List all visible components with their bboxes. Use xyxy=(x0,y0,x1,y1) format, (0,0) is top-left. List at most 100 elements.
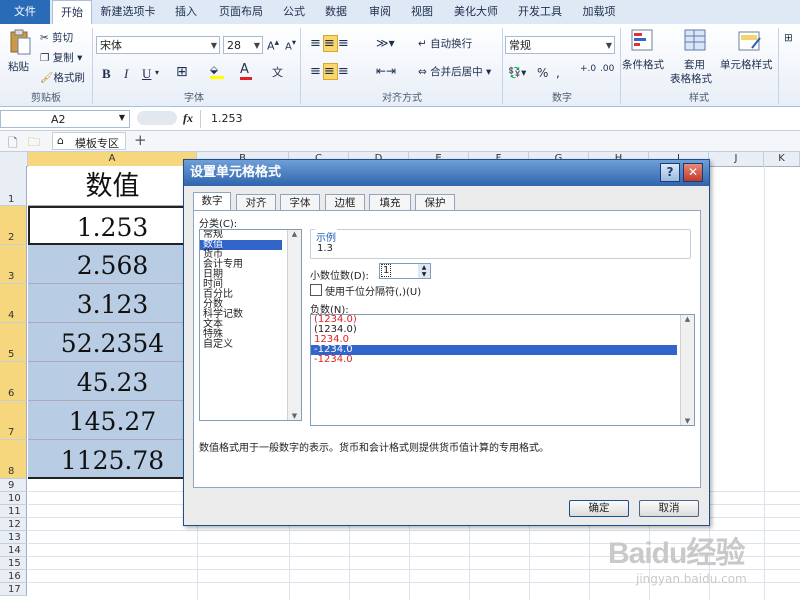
formula-input[interactable]: 1.253 xyxy=(200,110,800,128)
cell-header[interactable]: 数值 xyxy=(28,166,197,206)
tab-fill[interactable]: 填充 xyxy=(369,194,411,210)
insert-cells-icon[interactable]: ⊞ xyxy=(784,32,793,44)
font-size-select[interactable]: 28 ▼ xyxy=(223,36,263,54)
scroll-down-icon[interactable]: ▼ xyxy=(681,417,694,425)
conditional-format-button[interactable] xyxy=(628,28,656,57)
underline-dropdown-icon[interactable]: ▾ xyxy=(155,68,159,77)
list-item-selected[interactable]: -1234.0 xyxy=(311,345,677,355)
tab-font[interactable]: 字体 xyxy=(280,194,320,210)
template-tab[interactable]: ⌂ 模板专区 xyxy=(52,132,126,150)
font-name-select[interactable]: 宋体 ▼ xyxy=(96,36,220,54)
tab-beautify[interactable]: 美化大师 xyxy=(448,0,504,24)
orientation-icon[interactable]: ≫▾ xyxy=(376,36,395,50)
format-painter-button[interactable]: 🖌格式刷 xyxy=(40,70,85,85)
select-all-corner[interactable] xyxy=(0,152,28,166)
add-tab-button[interactable]: + xyxy=(134,131,147,149)
phonetic-icon[interactable]: 文 xyxy=(272,64,283,80)
tab-protection[interactable]: 保护 xyxy=(415,194,455,210)
decimal-stepper[interactable]: 1 ▲ ▼ xyxy=(379,263,431,279)
negative-scrollbar[interactable]: ▲ ▼ xyxy=(680,315,694,425)
row-header[interactable]: 10 xyxy=(0,492,27,505)
font-color-button[interactable]: A xyxy=(240,62,252,80)
help-icon[interactable]: ? xyxy=(660,163,680,182)
row-header[interactable]: 7 xyxy=(0,401,27,440)
cell[interactable]: 3.123 xyxy=(28,284,197,323)
cell-styles-button[interactable] xyxy=(736,28,762,57)
insert-function-icon[interactable]: fx xyxy=(183,111,193,126)
category-list[interactable]: 常规 数值 货币 会计专用 日期 时间 百分比 分数 科学记数 文本 特殊 自定… xyxy=(199,229,302,421)
list-item[interactable]: 1234.0 xyxy=(311,335,694,345)
list-item[interactable]: 自定义 xyxy=(200,340,301,350)
cell[interactable]: 1125.78 xyxy=(28,440,197,479)
indent-icons[interactable]: ⇤⇥ xyxy=(376,64,396,78)
tab-view[interactable]: 视图 xyxy=(404,0,440,24)
tab-home[interactable]: 开始 xyxy=(52,0,92,26)
comma-button[interactable]: , xyxy=(556,66,560,80)
cell[interactable]: 45.23 xyxy=(28,362,197,401)
formula-splitter[interactable] xyxy=(137,111,177,125)
tab-alignment[interactable]: 对齐 xyxy=(236,194,276,210)
row-header[interactable]: 9 xyxy=(0,479,27,492)
border-icon[interactable]: ⊞ xyxy=(176,64,188,80)
scroll-up-icon[interactable]: ▲ xyxy=(681,315,694,323)
ok-button[interactable]: 确定 xyxy=(569,500,629,517)
tab-data[interactable]: 数据 xyxy=(318,0,354,24)
row-header[interactable]: 16 xyxy=(0,570,27,583)
cancel-button[interactable]: 取消 xyxy=(639,500,699,517)
folder-icon[interactable]: 🗀 xyxy=(28,133,40,154)
list-item[interactable]: -1234.0 xyxy=(311,355,694,365)
row-header[interactable]: 14 xyxy=(0,544,27,557)
row-header[interactable]: 5 xyxy=(0,323,27,362)
cell[interactable]: 2.568 xyxy=(28,245,197,284)
increase-decimal-icon[interactable]: +.0 xyxy=(580,64,596,74)
thousands-checkbox[interactable] xyxy=(310,284,322,296)
fill-color-button[interactable]: ⬙ xyxy=(210,64,224,79)
list-item[interactable]: (1234.0) xyxy=(311,325,694,335)
row-header[interactable]: 11 xyxy=(0,505,27,518)
row-header[interactable]: 13 xyxy=(0,531,27,544)
tab-formulas[interactable]: 公式 xyxy=(276,0,312,24)
horizontal-align-icons[interactable]: ≡≡≡ xyxy=(310,63,351,80)
grow-font-button[interactable]: A▴ xyxy=(267,37,279,53)
row-header[interactable]: 6 xyxy=(0,362,27,401)
spin-up-icon[interactable]: ▲ xyxy=(418,264,430,271)
currency-icon[interactable]: 💱▾ xyxy=(508,66,526,79)
tab-new[interactable]: 新建选项卡 xyxy=(92,0,164,24)
tab-developer[interactable]: 开发工具 xyxy=(512,0,568,24)
cell[interactable]: 52.2354 xyxy=(28,323,197,362)
tab-number[interactable]: 数字 xyxy=(193,192,231,211)
merge-center-button[interactable]: ⇔ 合并后居中 ▾ xyxy=(418,64,491,79)
decimal-input[interactable]: 1 xyxy=(380,264,392,277)
list-item[interactable]: (1234.0) xyxy=(311,315,694,325)
wrap-text-button[interactable]: ↵ 自动换行 xyxy=(418,36,472,51)
tab-border[interactable]: 边框 xyxy=(325,194,365,210)
row-header[interactable]: 3 xyxy=(0,245,27,284)
scroll-up-icon[interactable]: ▲ xyxy=(288,230,301,238)
name-box[interactable]: A2 ▼ xyxy=(0,110,130,128)
row-header[interactable]: 1 xyxy=(0,166,27,206)
close-icon[interactable]: ✕ xyxy=(683,163,703,182)
row-header[interactable]: 17 xyxy=(0,583,27,596)
cell[interactable]: 145.27 xyxy=(28,401,197,440)
category-scrollbar[interactable]: ▲ ▼ xyxy=(287,230,301,420)
column-header[interactable]: K xyxy=(764,152,800,166)
spin-down-icon[interactable]: ▼ xyxy=(418,271,430,278)
row-header[interactable]: 2 xyxy=(0,206,27,245)
cell-active[interactable]: 1.253 xyxy=(28,206,197,245)
tab-review[interactable]: 审阅 xyxy=(362,0,398,24)
format-as-table-button[interactable] xyxy=(682,28,708,57)
row-header[interactable]: 8 xyxy=(0,440,27,479)
row-header[interactable]: 15 xyxy=(0,557,27,570)
vertical-align-icons[interactable]: ≡≡≡ xyxy=(310,35,351,52)
cut-button[interactable]: ✂ 剪切 xyxy=(40,30,73,45)
row-header[interactable]: 4 xyxy=(0,284,27,323)
shrink-font-button[interactable]: A▾ xyxy=(285,37,296,52)
tab-page-layout[interactable]: 页面布局 xyxy=(210,0,272,24)
row-header[interactable]: 12 xyxy=(0,518,27,531)
paste-button[interactable] xyxy=(8,28,32,56)
tab-file[interactable]: 文件 xyxy=(0,0,50,24)
bold-button[interactable]: B xyxy=(102,66,111,82)
underline-button[interactable]: U xyxy=(142,66,151,82)
italic-button[interactable]: I xyxy=(124,66,128,82)
tab-insert[interactable]: 插入 xyxy=(166,0,206,24)
